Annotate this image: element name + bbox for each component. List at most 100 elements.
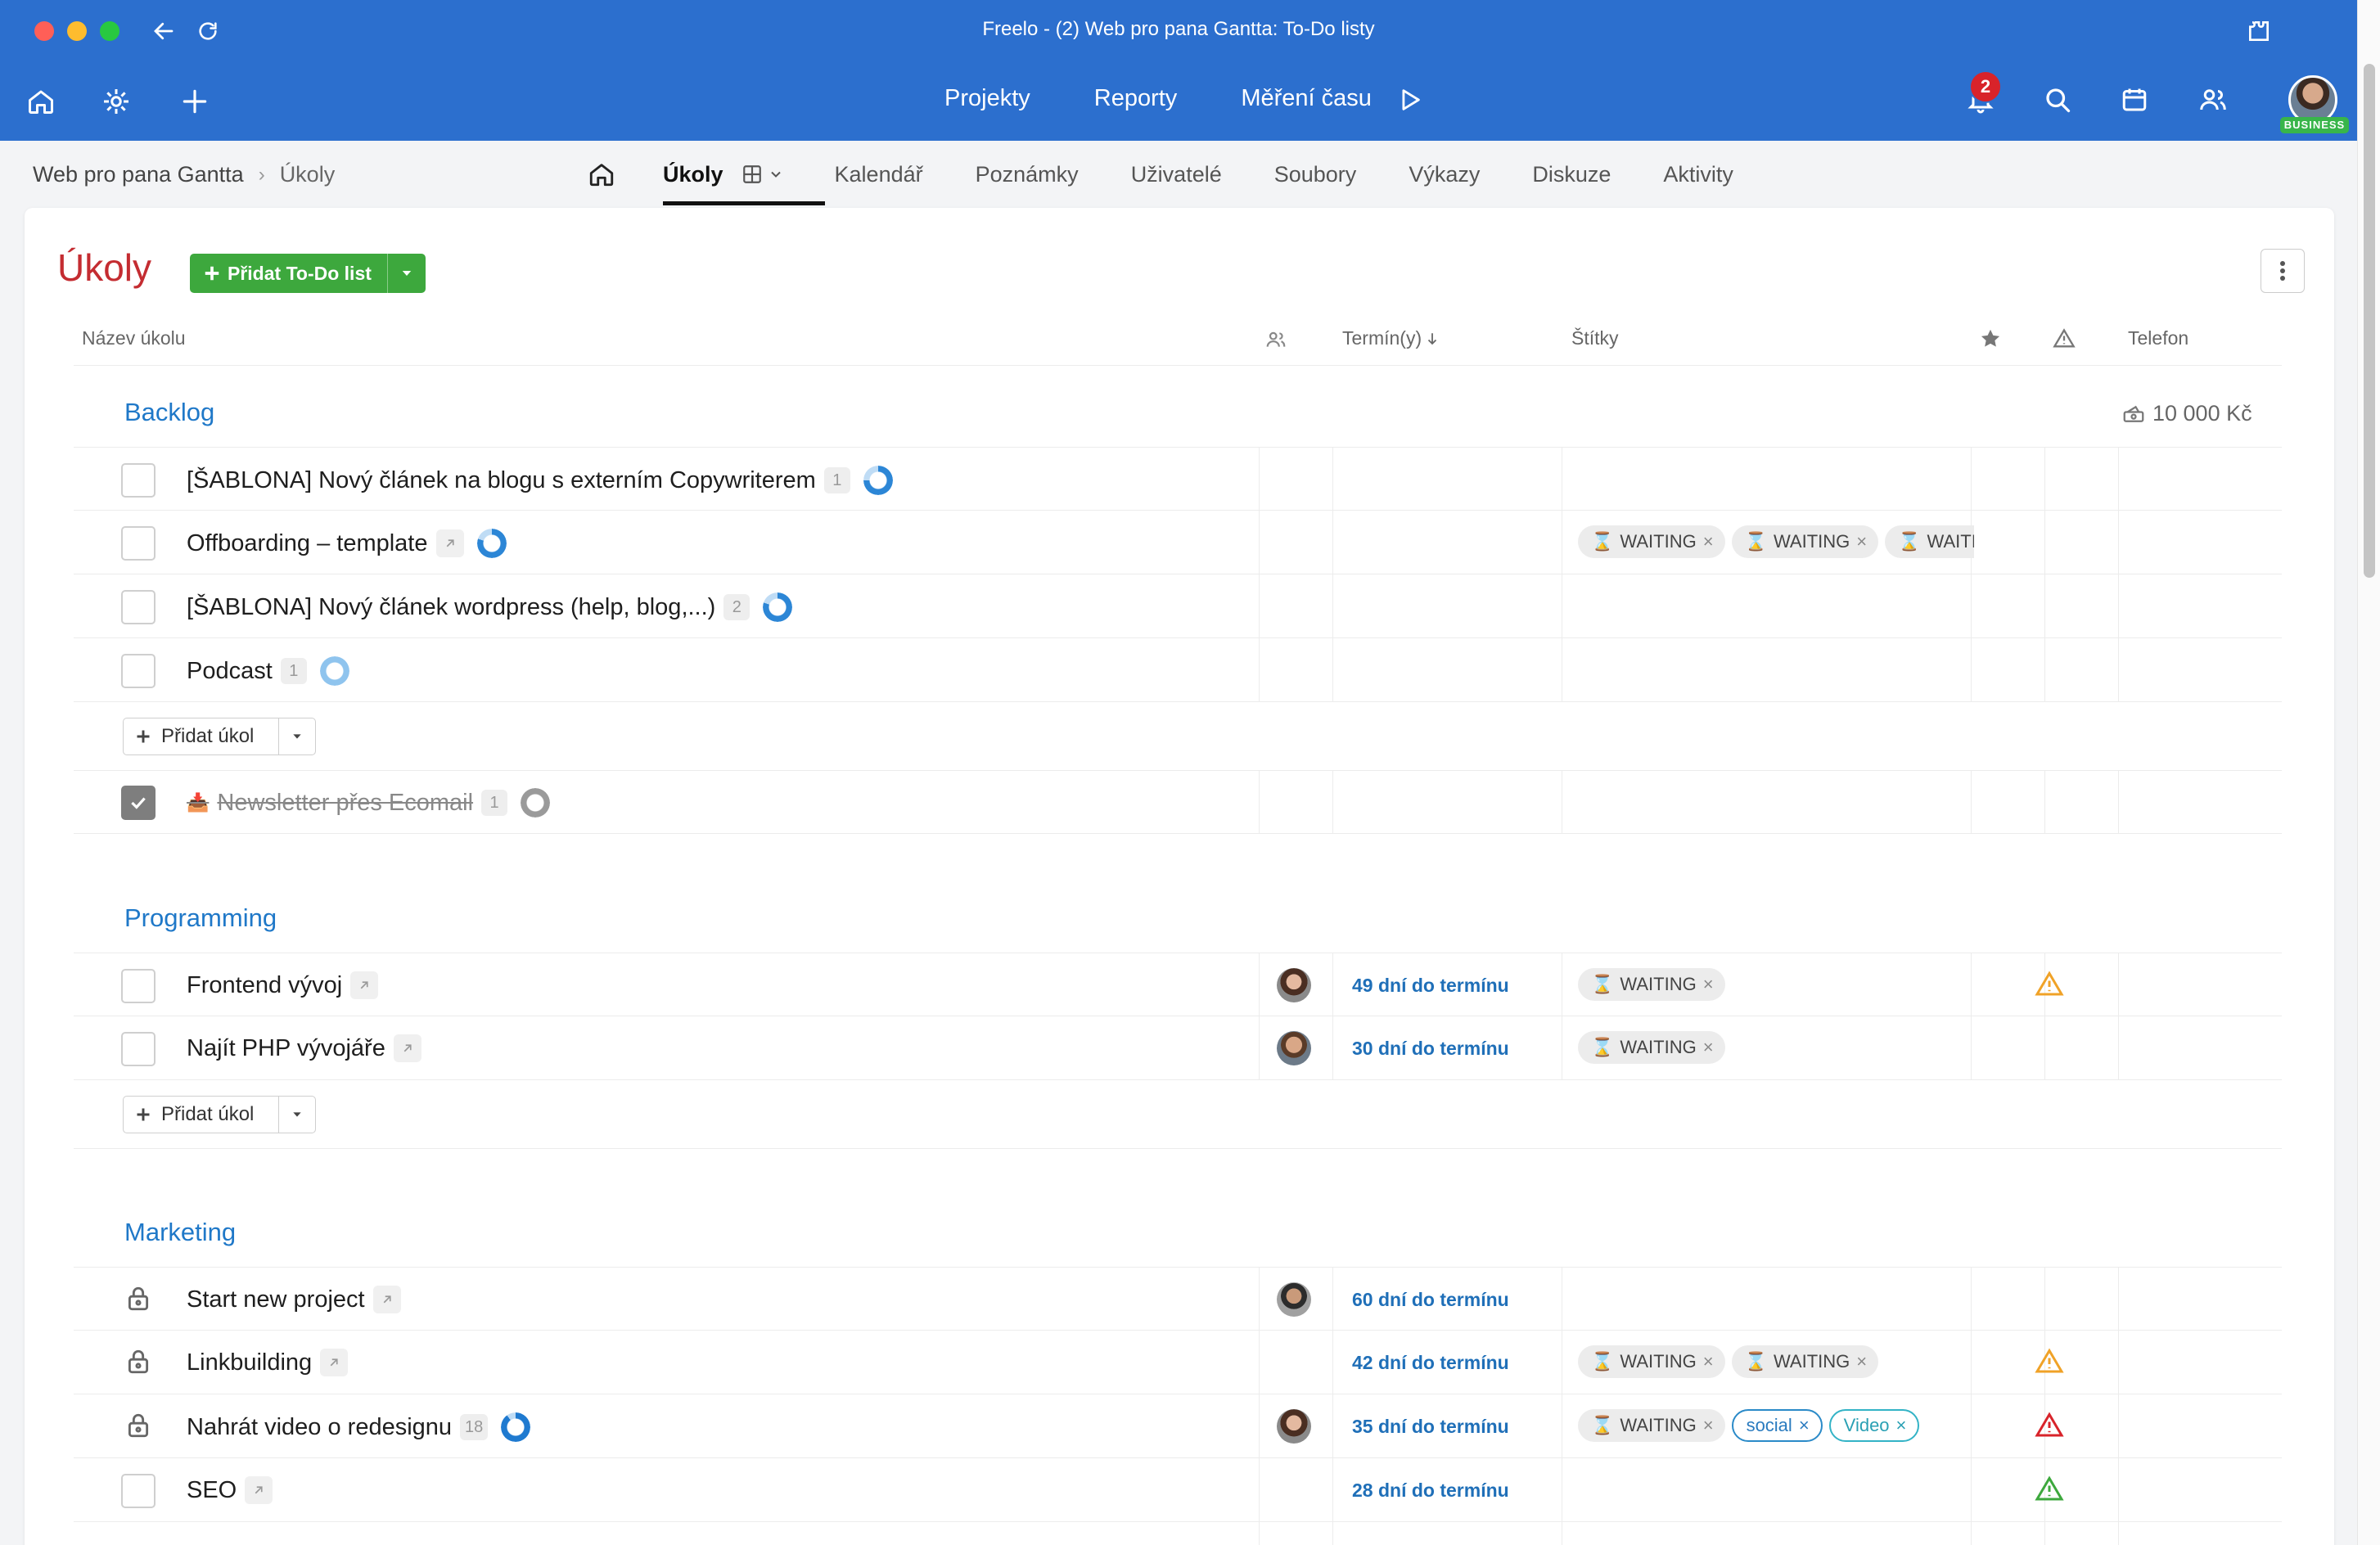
task-title[interactable]: [ŠABLONA] Nový článek na blogu s externí… <box>187 466 893 495</box>
table-row[interactable]: Linkbuilding 42 dní do termínu ⌛ WAITING ×… <box>74 1331 2282 1394</box>
column-header-phone[interactable]: Telefon <box>2128 327 2188 349</box>
nav-projekty[interactable]: Projekty <box>944 85 1030 112</box>
settings-gear-icon[interactable] <box>97 82 136 121</box>
assignee-avatar[interactable] <box>1277 1031 1311 1065</box>
task-title[interactable]: Offboarding – template <box>187 529 507 558</box>
remove-tag-icon[interactable]: × <box>1703 1351 1714 1372</box>
project-home-icon[interactable] <box>588 160 615 188</box>
remove-tag-icon[interactable]: × <box>1896 1415 1907 1436</box>
nav-reporty[interactable]: Reporty <box>1094 85 1178 112</box>
vertical-scrollbar[interactable] <box>2357 0 2380 1545</box>
group-title-marketing[interactable]: Marketing <box>124 1218 236 1247</box>
tab-soubory[interactable]: Soubory <box>1274 162 1357 187</box>
remove-tag-icon[interactable]: × <box>1799 1415 1810 1436</box>
task-deadline[interactable]: 30 dní do termínu <box>1352 1038 1509 1060</box>
view-grid-icon[interactable] <box>741 164 763 185</box>
tag-waiting[interactable]: ⌛WAITING× <box>1578 1345 1725 1378</box>
task-checkbox[interactable] <box>121 590 156 624</box>
task-title[interactable]: [ŠABLONA] Nový článek wordpress (help, b… <box>187 592 793 622</box>
warning-icon-orange[interactable] <box>2035 970 2064 1003</box>
tab-kalendar[interactable]: Kalendář <box>835 162 923 187</box>
table-row[interactable] <box>74 1522 2282 1545</box>
add-todo-list-dropdown[interactable] <box>388 266 426 281</box>
table-row[interactable]: Start new project 60 dní do termínu <box>74 1267 2282 1331</box>
tag-waiting[interactable]: ⌛WAITING× <box>1578 1031 1725 1064</box>
warning-icon-orange[interactable] <box>2035 1347 2064 1381</box>
assignee-avatar[interactable] <box>1277 968 1311 1002</box>
column-header-name[interactable]: Název úkolu <box>82 327 186 349</box>
open-task-arrow-icon[interactable] <box>372 1286 401 1313</box>
plus-icon[interactable] <box>175 82 214 121</box>
table-row[interactable]: Podcast 1 <box>74 638 2282 702</box>
task-checkbox[interactable] <box>121 1474 156 1508</box>
star-column-icon[interactable] <box>1979 327 2002 355</box>
task-deadline[interactable]: 35 dní do termínu <box>1352 1416 1509 1438</box>
extension-icon[interactable] <box>2243 15 2275 47</box>
remove-tag-icon[interactable]: × <box>1856 531 1867 552</box>
assignee-avatar[interactable] <box>1277 1409 1311 1444</box>
breadcrumb-project[interactable]: Web pro pana Gantta <box>33 162 244 187</box>
tag-waiting[interactable]: ⌛WAITING× <box>1578 1409 1725 1442</box>
task-title[interactable]: Najít PHP vývojáře <box>187 1034 421 1062</box>
add-todo-list-button[interactable]: Přidat To-Do list <box>190 254 426 293</box>
chevron-down-icon[interactable] <box>768 166 784 182</box>
remove-tag-icon[interactable]: × <box>1703 1037 1714 1058</box>
tab-poznamky[interactable]: Poznámky <box>976 162 1079 187</box>
tab-ukoly[interactable]: Úkoly <box>663 162 824 205</box>
table-row[interactable]: [ŠABLONA] Nový článek na blogu s externí… <box>74 447 2282 511</box>
tab-aktivity[interactable]: Aktivity <box>1663 162 1733 187</box>
task-deadline[interactable]: 28 dní do termínu <box>1352 1480 1509 1502</box>
home-icon[interactable] <box>21 82 61 121</box>
open-task-arrow-icon[interactable] <box>245 1476 273 1504</box>
table-row[interactable]: Frontend vývoj 49 dní do termínu ⌛ WAITIN… <box>74 953 2282 1016</box>
task-title[interactable]: Podcast 1 <box>187 656 349 686</box>
task-title[interactable]: Linkbuilding <box>187 1349 349 1376</box>
assignee-column-icon[interactable] <box>1265 329 1287 355</box>
task-checkbox[interactable] <box>121 969 156 1003</box>
tag-waiting[interactable]: ⌛WAITING× <box>1731 1345 1879 1378</box>
column-header-deadline[interactable]: Termín(y) <box>1342 327 1440 349</box>
column-header-tags[interactable]: Štítky <box>1571 327 1619 349</box>
task-deadline[interactable]: 49 dní do termínu <box>1352 975 1509 997</box>
table-row[interactable]: Najít PHP vývojáře 30 dní do termínu ⌛ WA… <box>74 1016 2282 1080</box>
task-deadline[interactable]: 42 dní do termínu <box>1352 1352 1509 1374</box>
add-task-button[interactable]: Přidat úkol <box>123 718 316 755</box>
task-checkbox[interactable] <box>121 526 156 561</box>
group-title-programming[interactable]: Programming <box>124 903 277 933</box>
table-row[interactable]: SEO 28 dní do termínu <box>74 1458 2282 1522</box>
remove-tag-icon[interactable]: × <box>1703 974 1714 995</box>
search-icon[interactable] <box>2038 80 2077 119</box>
add-task-dropdown[interactable] <box>279 1108 315 1121</box>
tag-social[interactable]: social × <box>1731 1409 1823 1442</box>
remove-tag-icon[interactable]: × <box>1703 531 1714 552</box>
tag-waiting[interactable]: ⌛WAITING× <box>1578 968 1725 1001</box>
tag-video[interactable]: Video × <box>1828 1409 1920 1442</box>
tag-waiting[interactable]: ⌛WAITING× <box>1885 525 1974 558</box>
play-timer-icon[interactable] <box>1391 82 1427 118</box>
open-task-arrow-icon[interactable] <box>435 529 464 557</box>
task-checkbox[interactable] <box>121 463 156 498</box>
table-row[interactable]: Nahrát video o redesignu 18 35 dní do te… <box>74 1394 2282 1458</box>
task-title[interactable]: Frontend vývoj <box>187 971 379 999</box>
group-title-backlog[interactable]: Backlog <box>124 398 214 427</box>
task-title[interactable]: Nahrát video o redesignu 18 <box>187 1412 531 1442</box>
more-options-button[interactable] <box>2261 249 2305 293</box>
add-task-dropdown[interactable] <box>279 730 315 743</box>
tab-diskuze[interactable]: Diskuze <box>1532 162 1611 187</box>
open-task-arrow-icon[interactable] <box>320 1349 349 1376</box>
remove-tag-icon[interactable]: × <box>1856 1351 1867 1372</box>
task-checkbox-checked[interactable] <box>121 786 156 820</box>
add-task-button[interactable]: Přidat úkol <box>123 1096 316 1133</box>
nav-mereni-casu[interactable]: Měření času <box>1241 85 1372 112</box>
open-task-arrow-icon[interactable] <box>350 971 379 999</box>
task-checkbox[interactable] <box>121 1032 156 1066</box>
warning-icon-red[interactable] <box>2035 1411 2064 1444</box>
table-row[interactable]: 📥 Newsletter přes Ecomail 1 <box>74 770 2282 834</box>
open-task-arrow-icon[interactable] <box>393 1034 421 1062</box>
tab-vykazy[interactable]: Výkazy <box>1409 162 1480 187</box>
task-deadline[interactable]: 60 dní do termínu <box>1352 1289 1509 1311</box>
tag-waiting[interactable]: ⌛WAITING× <box>1731 525 1879 558</box>
tag-waiting[interactable]: ⌛WAITING× <box>1578 525 1725 558</box>
table-row[interactable]: Offboarding – template ⌛ WAITING × ⌛ WAITIN… <box>74 511 2282 574</box>
remove-tag-icon[interactable]: × <box>1703 1415 1714 1436</box>
